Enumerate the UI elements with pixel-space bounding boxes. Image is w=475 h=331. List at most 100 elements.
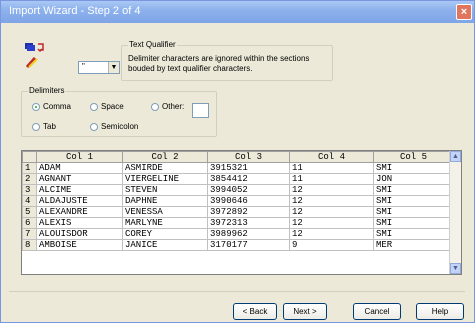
text-qualifier-label: Text Qualifier bbox=[128, 40, 177, 49]
next-button[interactable]: Next > bbox=[283, 303, 327, 320]
table-row: 3 ALCIME STEVEN 3994052 12 SMI bbox=[22, 184, 454, 196]
table-cell: 3972313 bbox=[207, 217, 290, 229]
chevron-down-icon[interactable]: ▼ bbox=[108, 62, 119, 73]
scroll-up-icon[interactable]: ▲ bbox=[450, 151, 461, 162]
column-header[interactable]: Col 3 bbox=[207, 151, 290, 163]
column-header[interactable]: Col 1 bbox=[36, 151, 123, 163]
scroll-down-icon[interactable]: ▼ bbox=[450, 263, 461, 274]
cancel-button[interactable]: Cancel bbox=[353, 303, 401, 320]
row-number: 7 bbox=[22, 228, 37, 240]
table-cell: AGNANT bbox=[36, 173, 123, 185]
table-cell: 12 bbox=[289, 206, 374, 218]
table-row: 2 AGNANT VIERGELINE 3854412 11 JON bbox=[22, 173, 454, 185]
row-number: 1 bbox=[22, 162, 37, 174]
delimiters-label: Delimiters bbox=[28, 86, 66, 95]
table-cell: 3990646 bbox=[207, 195, 290, 207]
column-header[interactable]: Col 2 bbox=[122, 151, 208, 163]
table-cell: MER bbox=[373, 239, 454, 251]
table-cell: 11 bbox=[289, 162, 374, 174]
import-wizard-window: Import Wizard - Step 2 of 4 × " ▼ Text Q… bbox=[0, 0, 475, 323]
table-cell: 3994052 bbox=[207, 184, 290, 196]
table-cell: 12 bbox=[289, 195, 374, 207]
row-number: 3 bbox=[22, 184, 37, 196]
radio-semicolon[interactable]: Semicolon bbox=[90, 122, 138, 131]
table-cell: 12 bbox=[289, 184, 374, 196]
radio-comma-label: Comma bbox=[43, 102, 72, 111]
window-title: Import Wizard - Step 2 of 4 bbox=[9, 5, 141, 17]
table-row: 5 ALEXANDRE VENESSA 3972892 12 SMI bbox=[22, 206, 454, 218]
table-row: 1 ADAM ASMIRDE 3915321 11 SMI bbox=[22, 162, 454, 174]
table-cell: MARLYNE bbox=[122, 217, 208, 229]
table-cell: DAPHNE bbox=[122, 195, 208, 207]
radio-icon bbox=[90, 122, 98, 131]
table-cell: SMI bbox=[373, 217, 454, 229]
table-cell: VENESSA bbox=[122, 206, 208, 218]
table-cell: ALDAJUSTE bbox=[36, 195, 123, 207]
table-row: 8 AMBOISE JANICE 3170177 9 MER bbox=[22, 239, 454, 251]
row-number: 5 bbox=[22, 206, 37, 218]
row-number: 6 bbox=[22, 217, 37, 229]
table-cell: ALCIME bbox=[36, 184, 123, 196]
text-qualifier-select[interactable]: " ▼ bbox=[78, 61, 120, 74]
description-line-2: bouded by text qualifier characters. bbox=[128, 64, 253, 73]
corner-cell bbox=[22, 151, 37, 163]
radio-icon bbox=[151, 102, 159, 111]
table-cell: 9 bbox=[289, 239, 374, 251]
radio-space-label: Space bbox=[101, 102, 124, 111]
table-cell: 3915321 bbox=[207, 162, 290, 174]
radio-other-label: Other: bbox=[162, 102, 185, 111]
column-header[interactable]: Col 4 bbox=[289, 151, 374, 163]
description-line-1: Delimiter characters are ignored within … bbox=[128, 54, 310, 63]
back-button[interactable]: < Back bbox=[233, 303, 277, 320]
table-cell: 12 bbox=[289, 228, 374, 240]
radio-other[interactable]: Other: bbox=[151, 102, 184, 111]
title-bar: Import Wizard - Step 2 of 4 × bbox=[1, 1, 474, 23]
table-cell: 12 bbox=[289, 217, 374, 229]
radio-comma[interactable]: Comma bbox=[32, 102, 71, 111]
table-cell: SMI bbox=[373, 228, 454, 240]
table-cell: SMI bbox=[373, 195, 454, 207]
table-cell: SMI bbox=[373, 184, 454, 196]
radio-selected-icon bbox=[32, 102, 40, 111]
table-row: 6 ALEXIS MARLYNE 3972313 12 SMI bbox=[22, 217, 454, 229]
table-cell: ALEXANDRE bbox=[36, 206, 123, 218]
help-button[interactable]: Help bbox=[416, 303, 464, 320]
other-delimiter-input[interactable] bbox=[192, 103, 209, 118]
row-number: 4 bbox=[22, 195, 37, 207]
header-row: Col 1 Col 2 Col 3 Col 4 Col 5 bbox=[22, 151, 454, 163]
radio-tab-label: Tab bbox=[43, 122, 56, 131]
table-cell: COREY bbox=[122, 228, 208, 240]
table-cell: ASMIRDE bbox=[122, 162, 208, 174]
table-cell: STEVEN bbox=[122, 184, 208, 196]
radio-space[interactable]: Space bbox=[90, 102, 124, 111]
text-qualifier-description: Delimiter characters are ignored within … bbox=[128, 54, 328, 74]
table-cell: JON bbox=[373, 173, 454, 185]
row-number: 8 bbox=[22, 239, 37, 251]
table-cell: ALOUISDOR bbox=[36, 228, 123, 240]
table-cell: ALEXIS bbox=[36, 217, 123, 229]
table-cell: 3854412 bbox=[207, 173, 290, 185]
preview-table: Col 1 Col 2 Col 3 Col 4 Col 5 1 ADAM ASM… bbox=[22, 151, 454, 251]
table-cell: 3170177 bbox=[207, 239, 290, 251]
table-cell: SMI bbox=[373, 206, 454, 218]
table-cell: JANICE bbox=[122, 239, 208, 251]
table-cell: 3972892 bbox=[207, 206, 290, 218]
radio-icon bbox=[90, 102, 98, 111]
data-preview-grid[interactable]: Col 1 Col 2 Col 3 Col 4 Col 5 1 ADAM ASM… bbox=[21, 150, 462, 275]
radio-icon bbox=[32, 122, 40, 131]
table-cell: 11 bbox=[289, 173, 374, 185]
column-header[interactable]: Col 5 bbox=[373, 151, 454, 163]
table-cell: AMBOISE bbox=[36, 239, 123, 251]
close-button[interactable]: × bbox=[456, 4, 472, 20]
table-cell: 3989962 bbox=[207, 228, 290, 240]
text-qualifier-value: " bbox=[82, 62, 85, 71]
table-row: 4 ALDAJUSTE DAPHNE 3990646 12 SMI bbox=[22, 195, 454, 207]
vertical-scrollbar[interactable]: ▲ ▼ bbox=[449, 151, 461, 274]
table-cell: VIERGELINE bbox=[122, 173, 208, 185]
row-number: 2 bbox=[22, 173, 37, 185]
table-cell: ADAM bbox=[36, 162, 123, 174]
table-cell: SMI bbox=[373, 162, 454, 174]
radio-tab[interactable]: Tab bbox=[32, 122, 56, 131]
radio-semicolon-label: Semicolon bbox=[101, 122, 139, 131]
wizard-icon bbox=[25, 41, 53, 69]
